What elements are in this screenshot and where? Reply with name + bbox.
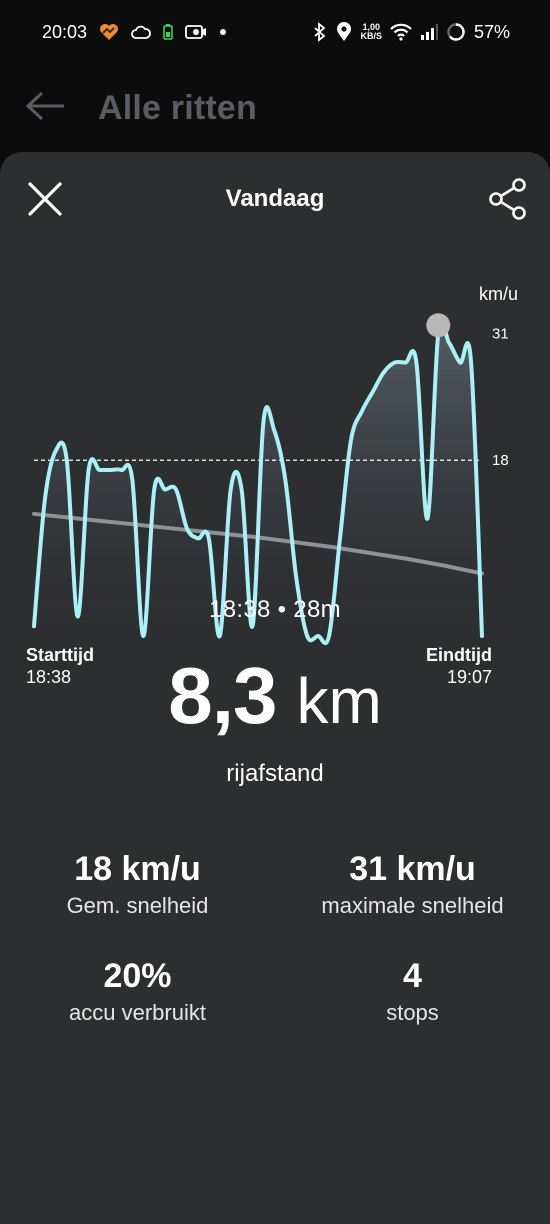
sheet-header: Vandaag [0, 174, 550, 224]
stat-label: accu verbruikt [69, 1000, 206, 1025]
chart-unit-label: km/u [478, 284, 518, 304]
cloud-icon [131, 25, 151, 39]
stat-label: Gem. snelheid [66, 893, 209, 918]
location-icon [336, 22, 352, 42]
stat-stops: 4 stops [275, 957, 550, 1026]
close-icon[interactable] [26, 180, 64, 218]
dot-icon [219, 28, 227, 36]
distance-unit: km [296, 665, 382, 737]
stats-grid: 18 km/u Gem. snelheid 31 km/u maximale s… [0, 850, 550, 1026]
stat-value: 18 km/u [74, 850, 201, 888]
stat-label: maximale snelheid [321, 893, 504, 918]
ride-summary: 18:38 • 28m 8,3 km rijafstand [0, 596, 550, 788]
battery-ring-icon [446, 22, 466, 42]
appbar-title: Alle ritten [98, 88, 258, 127]
bluetooth-icon [312, 22, 328, 42]
stat-value: 4 [403, 957, 422, 995]
wifi-icon [390, 23, 412, 41]
stat-avg-speed: 18 km/u Gem. snelheid [0, 850, 275, 919]
network-speed: 1,00 KB/S [360, 22, 382, 41]
distance-block: 8,3 km [0, 650, 550, 742]
speed-area [34, 321, 482, 644]
distance-value: 8,3 [168, 651, 277, 740]
y-tick-label: 31 [492, 325, 509, 342]
battery-percentage: 57% [473, 21, 510, 42]
status-bar: 20:03 1,00 KB/S 57% [0, 0, 550, 64]
notification-app-icon [185, 24, 207, 40]
share-icon[interactable] [488, 177, 528, 221]
y-tick-label: 18 [492, 452, 509, 469]
max-speed-marker [426, 313, 451, 338]
stat-max-speed: 31 km/u maximale snelheid [275, 850, 550, 919]
sheet-title: Vandaag [225, 185, 325, 212]
stat-value: 31 km/u [349, 850, 476, 888]
stat-label: stops [386, 1000, 439, 1025]
battery-saver-icon [163, 24, 173, 40]
back-arrow-icon[interactable] [25, 91, 66, 126]
signal-icon [420, 24, 438, 40]
heart-app-icon [99, 23, 119, 41]
status-time: 20:03 [42, 21, 88, 42]
app-bar: Alle ritten [0, 64, 550, 152]
stat-battery-used: 20% accu verbruikt [0, 957, 275, 1026]
ride-time-duration: 18:38 • 28m [209, 596, 341, 623]
stat-value: 20% [103, 957, 172, 995]
distance-label: rijafstand [226, 760, 324, 787]
